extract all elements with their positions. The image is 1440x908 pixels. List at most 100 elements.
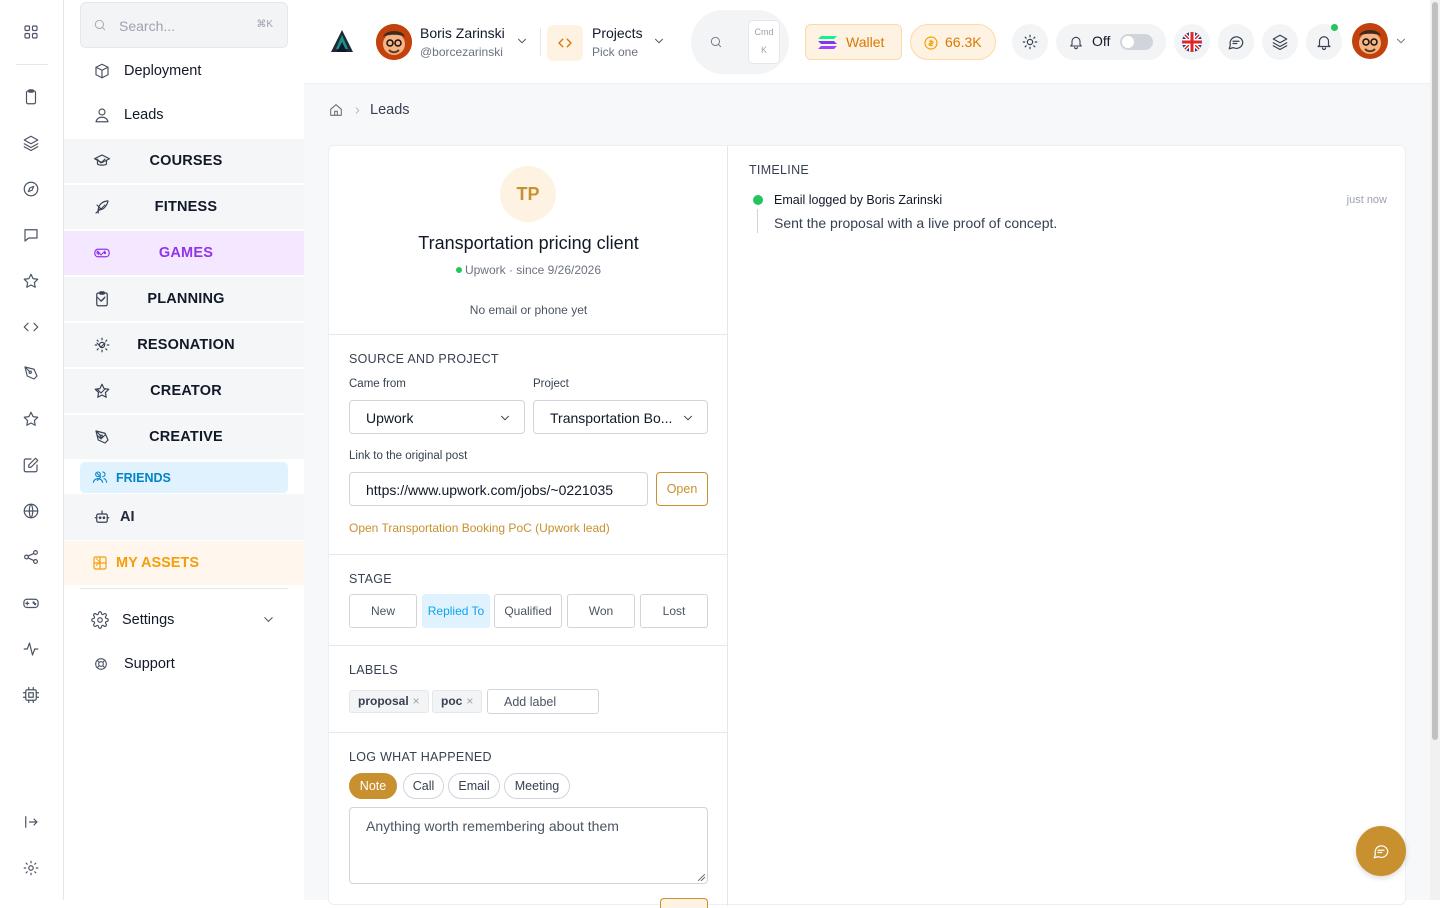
project-select[interactable]: Transportation Bo... xyxy=(533,400,708,434)
solana-icon xyxy=(818,35,838,50)
lead-source-since: Upwork · since 9/26/2026 xyxy=(464,263,602,277)
timeline-entry: Email logged by Boris Zarinski just now … xyxy=(749,192,1387,240)
sidebar-item-support[interactable]: Support xyxy=(64,642,304,686)
sidebar-item-friends[interactable]: FRIENDS xyxy=(80,462,288,493)
chevron-down-icon xyxy=(498,411,512,425)
sidebar-item-ai[interactable]: AI xyxy=(64,494,304,540)
log-type-email[interactable]: Email xyxy=(448,773,500,799)
apps-button[interactable] xyxy=(1262,24,1298,60)
page-scrollbar[interactable] xyxy=(1430,0,1440,900)
star-icon[interactable] xyxy=(22,272,40,290)
bell-icon xyxy=(1315,33,1333,51)
layers-icon[interactable] xyxy=(22,134,40,152)
sidebar-group-resonation[interactable]: RESONATION xyxy=(64,323,304,367)
sidebar-group-creative[interactable]: CREATIVE xyxy=(64,415,304,459)
add-label-input[interactable]: Add label xyxy=(487,689,599,714)
chevron-right-icon xyxy=(91,555,274,569)
profile-menu[interactable] xyxy=(1352,23,1408,61)
open-post-link[interactable]: Open Transportation Booking PoC (Upwork … xyxy=(349,521,610,535)
sidebar-item-deployment[interactable]: Deployment xyxy=(64,49,304,93)
share-icon[interactable] xyxy=(22,548,40,566)
sidebar-group-games[interactable]: GAMES xyxy=(64,231,304,275)
cpu-icon[interactable] xyxy=(22,686,40,704)
stage-qualified[interactable]: Qualified xyxy=(494,594,562,628)
user-switcher[interactable]: Boris Zarinski @borcezarinski xyxy=(376,23,532,63)
project-picker[interactable]: Projects Pick one xyxy=(547,23,671,63)
sun-icon xyxy=(1021,33,1039,51)
sidebar-item-my-assets[interactable]: MY ASSETS xyxy=(64,541,304,585)
labels-section-title: LABELS xyxy=(349,663,399,677)
theme-toggle-button[interactable] xyxy=(1012,24,1048,60)
sidebar-item-leads[interactable]: Leads xyxy=(64,93,304,137)
came-from-select[interactable]: Upwork xyxy=(349,400,525,434)
sidebar-search[interactable]: Search... ⌘K xyxy=(80,2,288,48)
search-placeholder: Search... xyxy=(119,18,176,34)
uk-flag-icon xyxy=(1182,32,1202,52)
lead-contact-note: No email or phone yet xyxy=(469,303,588,317)
chevron-down-icon xyxy=(93,383,276,399)
clipboard-icon[interactable] xyxy=(22,88,40,106)
notification-toggle[interactable]: Off xyxy=(1056,24,1166,60)
project-value: Transportation Bo... xyxy=(550,410,673,426)
chat-icon[interactable] xyxy=(22,226,40,244)
projects-sub: Pick one xyxy=(592,45,639,59)
home-icon[interactable] xyxy=(328,102,344,118)
code-icon[interactable] xyxy=(22,318,40,336)
chat-fab[interactable] xyxy=(1356,826,1406,876)
message-circle-icon xyxy=(1372,842,1390,860)
stage-section-title: STAGE xyxy=(349,572,392,586)
resize-handle-icon[interactable] xyxy=(698,874,705,881)
wallet-label: Wallet xyxy=(846,34,885,50)
edit-icon[interactable] xyxy=(22,456,40,474)
user-name: Boris Zarinski xyxy=(420,25,505,41)
icon-rail xyxy=(0,0,64,900)
search-icon xyxy=(709,35,723,49)
pen-tool-icon[interactable] xyxy=(22,364,40,382)
sidebar-group-creator[interactable]: CREATOR xyxy=(64,369,304,413)
chevron-down-icon xyxy=(93,337,276,353)
app-logo[interactable] xyxy=(328,28,356,56)
notifications-button[interactable] xyxy=(1306,24,1342,60)
grid-icon[interactable] xyxy=(22,23,40,41)
sidebar-item-label: Settings xyxy=(122,612,175,628)
stage-new[interactable]: New xyxy=(349,594,417,628)
user-handle: @borcezarinski xyxy=(420,45,503,59)
sidebar-group-courses[interactable]: COURSES xyxy=(64,139,304,183)
section-divider xyxy=(329,334,728,335)
lead-title: Transportation pricing client xyxy=(418,233,639,253)
coins-balance[interactable]: 66.3K xyxy=(910,24,996,60)
robot-icon xyxy=(93,508,111,526)
toggle-switch[interactable] xyxy=(1120,34,1153,50)
compass-icon[interactable] xyxy=(22,180,40,198)
timeline-dot xyxy=(753,195,763,205)
stage-replied-to[interactable]: Replied To xyxy=(422,594,490,628)
log-type-note[interactable]: Note xyxy=(349,773,397,799)
link-input[interactable]: https://www.upwork.com/jobs/~0221035 xyxy=(349,472,648,506)
global-search[interactable]: Cmd K xyxy=(691,10,789,74)
log-textarea[interactable]: Anything worth remembering about them xyxy=(349,807,708,884)
wallet-button[interactable]: Wallet xyxy=(805,24,902,60)
messages-button[interactable] xyxy=(1218,24,1254,60)
stage-won[interactable]: Won xyxy=(567,594,635,628)
label-chip[interactable]: poc × xyxy=(432,690,483,713)
sidebar-group-fitness[interactable]: FITNESS xyxy=(64,185,304,229)
remove-label-icon[interactable]: × xyxy=(466,694,473,708)
stage-lost[interactable]: Lost xyxy=(640,594,708,628)
log-type-meeting[interactable]: Meeting xyxy=(504,773,570,799)
label-chip[interactable]: proposal × xyxy=(349,690,429,713)
settings-small-icon[interactable] xyxy=(22,859,40,877)
globe-icon[interactable] xyxy=(22,502,40,520)
activity-icon[interactable] xyxy=(22,640,40,658)
log-type-call[interactable]: Call xyxy=(403,773,444,799)
sidebar-item-settings[interactable]: Settings xyxy=(64,598,304,642)
open-link-button[interactable]: Open xyxy=(656,472,708,506)
remove-label-icon[interactable]: × xyxy=(413,694,420,708)
star-outline-icon[interactable] xyxy=(22,410,40,428)
sidebar-group-planning[interactable]: PLANNING xyxy=(64,277,304,321)
collapse-sidebar-icon[interactable] xyxy=(22,813,40,831)
gamepad-icon[interactable] xyxy=(22,594,40,612)
message-circle-icon xyxy=(1227,33,1245,51)
language-button[interactable] xyxy=(1174,24,1210,60)
chevron-down-icon xyxy=(652,34,666,48)
scrollbar-thumb[interactable] xyxy=(1432,2,1438,740)
